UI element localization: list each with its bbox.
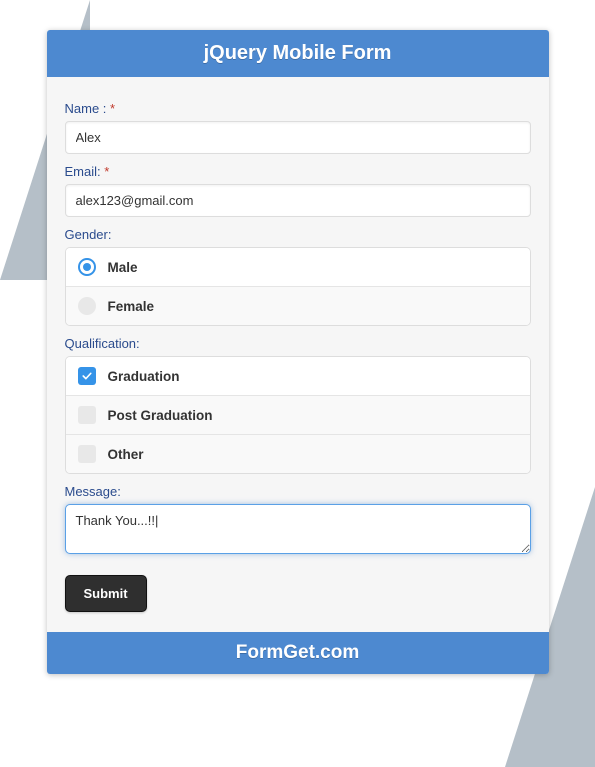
radio-label: Male bbox=[108, 260, 138, 275]
name-input[interactable] bbox=[65, 121, 531, 154]
checkbox-label: Other bbox=[108, 447, 144, 462]
card-footer: FormGet.com bbox=[47, 632, 549, 674]
gender-label: Gender: bbox=[65, 227, 531, 242]
form-body: Name : * Email: * Gender: Male Female Qu… bbox=[47, 77, 549, 632]
checkbox-other[interactable]: Other bbox=[66, 434, 530, 473]
message-textarea[interactable] bbox=[65, 504, 531, 554]
gender-group: Male Female bbox=[65, 247, 531, 326]
checkbox-off-icon bbox=[78, 445, 96, 463]
qualification-group: Graduation Post Graduation Other bbox=[65, 356, 531, 474]
email-label-text: Email: bbox=[65, 164, 101, 179]
message-label: Message: bbox=[65, 484, 531, 499]
name-label-text: Name : bbox=[65, 101, 107, 116]
radio-on-icon bbox=[78, 258, 96, 276]
radio-male[interactable]: Male bbox=[66, 248, 530, 286]
radio-off-icon bbox=[78, 297, 96, 315]
radio-female[interactable]: Female bbox=[66, 286, 530, 325]
checkbox-graduation[interactable]: Graduation bbox=[66, 357, 530, 395]
required-marker: * bbox=[104, 164, 109, 179]
checkbox-post-graduation[interactable]: Post Graduation bbox=[66, 395, 530, 434]
required-marker: * bbox=[110, 101, 115, 116]
checkbox-off-icon bbox=[78, 406, 96, 424]
page-title: jQuery Mobile Form bbox=[204, 42, 392, 64]
submit-button[interactable]: Submit bbox=[65, 575, 147, 612]
email-label: Email: * bbox=[65, 164, 531, 179]
name-label: Name : * bbox=[65, 101, 531, 116]
footer-text: FormGet.com bbox=[236, 642, 360, 663]
radio-label: Female bbox=[108, 299, 155, 314]
checkbox-label: Graduation bbox=[108, 369, 180, 384]
checkbox-on-icon bbox=[78, 367, 96, 385]
email-input[interactable] bbox=[65, 184, 531, 217]
checkbox-label: Post Graduation bbox=[108, 408, 213, 423]
card-header: jQuery Mobile Form bbox=[47, 30, 549, 77]
qualification-label: Qualification: bbox=[65, 336, 531, 351]
form-card: jQuery Mobile Form Name : * Email: * Gen… bbox=[47, 30, 549, 674]
